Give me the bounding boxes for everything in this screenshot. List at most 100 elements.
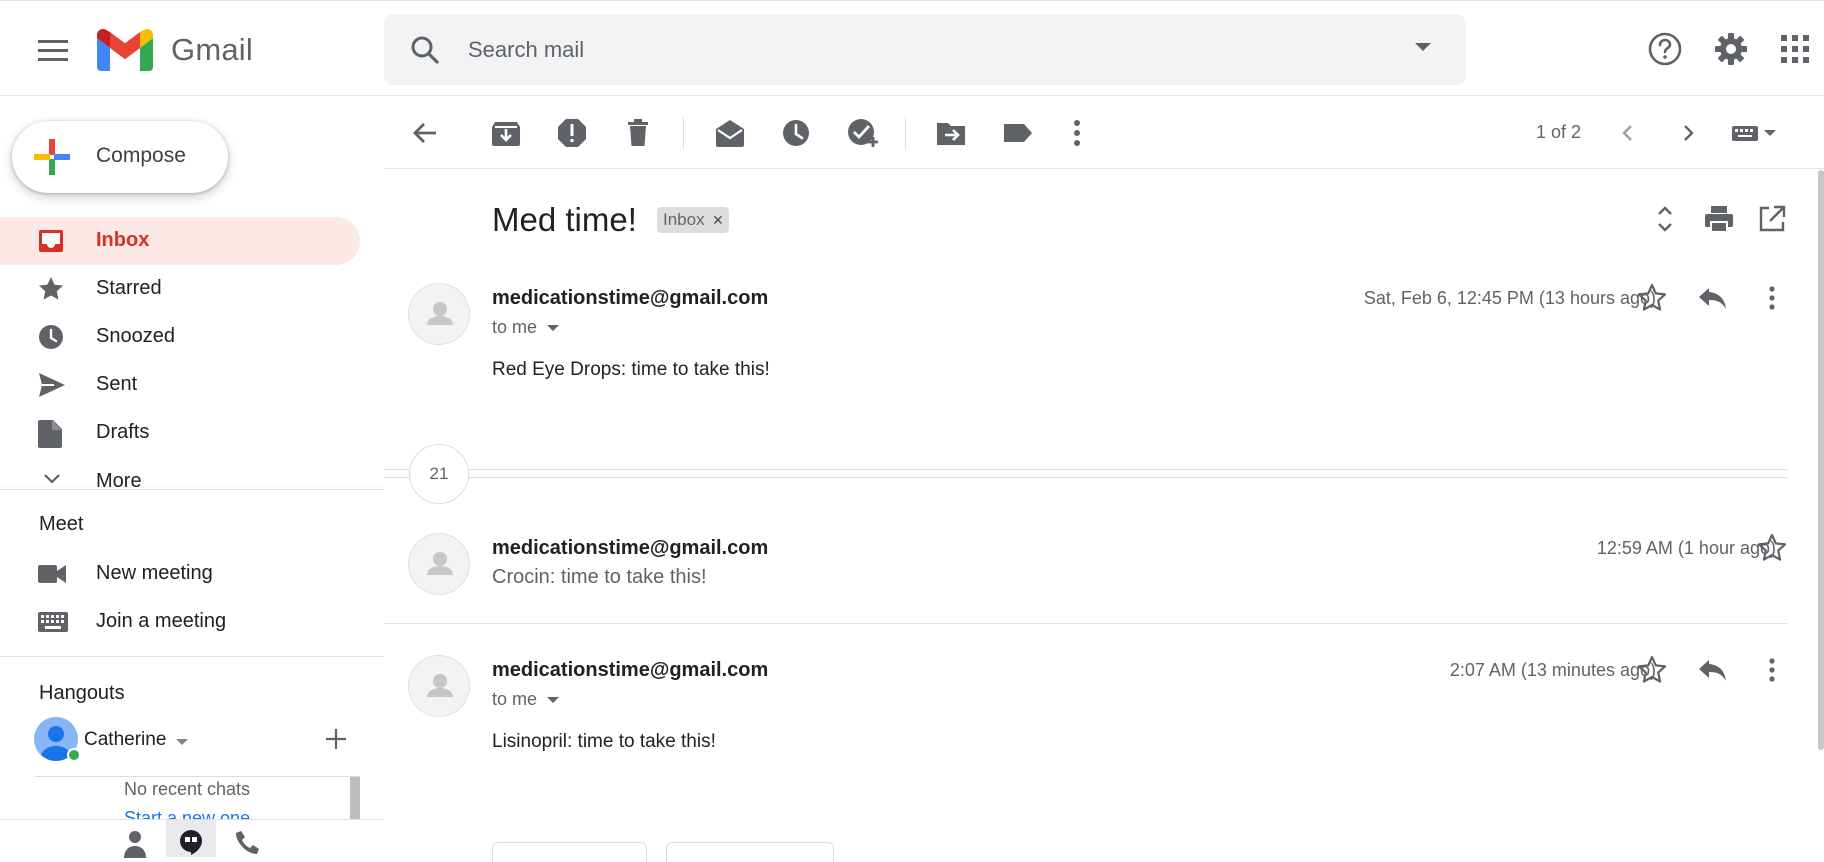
star-icon bbox=[38, 276, 64, 302]
chat-list-scrollbar[interactable] bbox=[350, 777, 360, 819]
print-icon[interactable] bbox=[1702, 202, 1736, 236]
message-view: 1 of 2 Med time! Inbox × medicationstime… bbox=[384, 97, 1824, 862]
older-chevron-right-icon[interactable] bbox=[1670, 115, 1706, 151]
pagination-text: 1 of 2 bbox=[1536, 122, 1582, 142]
star-outline-icon[interactable] bbox=[1635, 281, 1669, 315]
message-sender[interactable]: medicationstime@gmail.com bbox=[492, 659, 768, 682]
meet-new-meeting[interactable]: New meeting bbox=[0, 550, 360, 598]
star-outline-icon[interactable] bbox=[1755, 531, 1789, 565]
sender-avatar[interactable] bbox=[408, 655, 470, 717]
expand-all-icon[interactable] bbox=[1648, 202, 1682, 236]
recipient-details-dropdown-icon[interactable] bbox=[547, 696, 560, 704]
divider bbox=[0, 489, 384, 490]
search-bar[interactable] bbox=[384, 14, 1466, 85]
input-tools-keyboard-icon[interactable] bbox=[1730, 115, 1790, 151]
newer-chevron-left-icon[interactable] bbox=[1610, 115, 1646, 151]
message-sender[interactable]: medicationstime@gmail.com bbox=[492, 537, 768, 560]
sidebar-item-drafts[interactable]: Drafts bbox=[0, 409, 360, 457]
delete-trash-icon[interactable] bbox=[620, 115, 656, 151]
no-recent-chats-text: No recent chats bbox=[124, 779, 251, 799]
contacts-person-icon[interactable] bbox=[124, 830, 146, 858]
search-options-dropdown-icon[interactable] bbox=[1414, 41, 1432, 53]
reply-button[interactable] bbox=[492, 842, 647, 862]
sidebar-item-label: Drafts bbox=[96, 421, 150, 443]
collapsed-messages-line bbox=[384, 477, 1788, 478]
snooze-clock-icon[interactable] bbox=[778, 115, 814, 151]
message-date: 12:59 AM (1 hour ago) bbox=[1596, 538, 1776, 558]
search-input[interactable] bbox=[468, 32, 1368, 68]
meet-item-label: New meeting bbox=[96, 562, 213, 584]
meet-join-meeting[interactable]: Join a meeting bbox=[0, 598, 360, 646]
message-date: Sat, Feb 6, 12:45 PM (13 hours ago) bbox=[1363, 288, 1656, 308]
clock-icon bbox=[38, 324, 64, 350]
sidebar-item-label: Starred bbox=[96, 277, 162, 299]
divider bbox=[0, 656, 384, 657]
label-chip-text: Inbox bbox=[663, 210, 705, 229]
inbox-label-chip[interactable]: Inbox × bbox=[657, 207, 730, 233]
message-sender[interactable]: medicationstime@gmail.com bbox=[492, 287, 768, 310]
label-tag-icon[interactable] bbox=[999, 115, 1035, 151]
divider bbox=[35, 776, 360, 777]
main-menu-icon[interactable] bbox=[34, 31, 72, 69]
online-status-dot bbox=[67, 748, 81, 762]
sidebar-item-label: Sent bbox=[96, 373, 138, 395]
hangouts-user-name[interactable]: Catherine bbox=[84, 729, 166, 751]
send-icon bbox=[38, 372, 66, 398]
gmail-m-icon bbox=[97, 29, 153, 71]
sidebar-item-starred[interactable]: Starred bbox=[0, 265, 360, 313]
compose-button[interactable]: Compose bbox=[12, 121, 228, 193]
sidebar-item-more[interactable]: More bbox=[0, 458, 360, 506]
recipient-details[interactable]: to me bbox=[492, 317, 560, 338]
email-subject: Med time! bbox=[492, 201, 637, 238]
user-status-dropdown-icon[interactable] bbox=[176, 738, 188, 746]
move-to-icon[interactable] bbox=[933, 115, 969, 151]
remove-label-close-icon[interactable]: × bbox=[713, 211, 724, 229]
start-new-chat-link[interactable]: Start a new one bbox=[124, 807, 250, 819]
help-icon[interactable] bbox=[1647, 31, 1683, 67]
search-icon[interactable] bbox=[410, 35, 440, 65]
app-name: Gmail bbox=[171, 32, 253, 67]
sender-avatar[interactable] bbox=[408, 533, 470, 595]
recipient-details[interactable]: to me bbox=[492, 689, 560, 710]
message-more-options-icon[interactable] bbox=[1755, 653, 1789, 687]
recipient-text: to me bbox=[492, 689, 538, 709]
sidebar-item-inbox[interactable]: Inbox bbox=[0, 217, 360, 265]
toolbar-separator bbox=[905, 117, 906, 149]
recipient-details-dropdown-icon[interactable] bbox=[547, 324, 560, 332]
forward-button[interactable] bbox=[666, 842, 834, 862]
open-in-new-window-icon[interactable] bbox=[1755, 202, 1789, 236]
sidebar-item-snoozed[interactable]: Snoozed bbox=[0, 313, 360, 361]
sidebar: Compose Inbox Starred Snoozed Sent Draft… bbox=[0, 97, 384, 858]
report-spam-icon[interactable] bbox=[554, 115, 590, 151]
chevron-down-icon bbox=[44, 474, 60, 484]
archive-icon[interactable] bbox=[488, 115, 524, 151]
sender-avatar[interactable] bbox=[408, 283, 470, 345]
reply-arrow-icon[interactable] bbox=[1695, 653, 1729, 687]
star-outline-icon[interactable] bbox=[1635, 653, 1669, 687]
settings-gear-icon[interactable] bbox=[1713, 31, 1749, 67]
message-divider bbox=[384, 623, 1788, 624]
collapsed-messages-line bbox=[384, 469, 1788, 470]
message-body: Lisinopril: time to take this! bbox=[492, 731, 716, 752]
compose-label: Compose bbox=[96, 144, 186, 167]
draft-icon bbox=[38, 420, 62, 448]
toolbar-separator bbox=[683, 117, 684, 149]
mark-unread-icon[interactable] bbox=[712, 115, 748, 151]
add-chat-plus-icon[interactable] bbox=[324, 727, 348, 751]
sidebar-item-sent[interactable]: Sent bbox=[0, 361, 360, 409]
collapsed-messages-count[interactable]: 21 bbox=[409, 444, 469, 504]
add-to-tasks-icon[interactable] bbox=[844, 115, 880, 151]
compose-plus-icon bbox=[34, 139, 70, 175]
main-scrollbar[interactable] bbox=[1818, 170, 1824, 750]
more-options-vertical-icon[interactable] bbox=[1059, 115, 1095, 151]
reply-arrow-icon[interactable] bbox=[1695, 281, 1729, 315]
video-camera-icon bbox=[38, 565, 66, 583]
back-arrow-icon[interactable] bbox=[408, 115, 444, 151]
hangouts-chat-tab[interactable] bbox=[166, 820, 216, 857]
gmail-logo[interactable]: Gmail bbox=[97, 28, 253, 72]
message-more-options-icon[interactable] bbox=[1755, 281, 1789, 315]
message-snippet[interactable]: Crocin: time to take this! bbox=[492, 566, 707, 589]
keyboard-icon bbox=[38, 612, 68, 632]
phone-call-icon[interactable] bbox=[236, 830, 260, 856]
apps-grid-icon[interactable] bbox=[1781, 35, 1809, 63]
